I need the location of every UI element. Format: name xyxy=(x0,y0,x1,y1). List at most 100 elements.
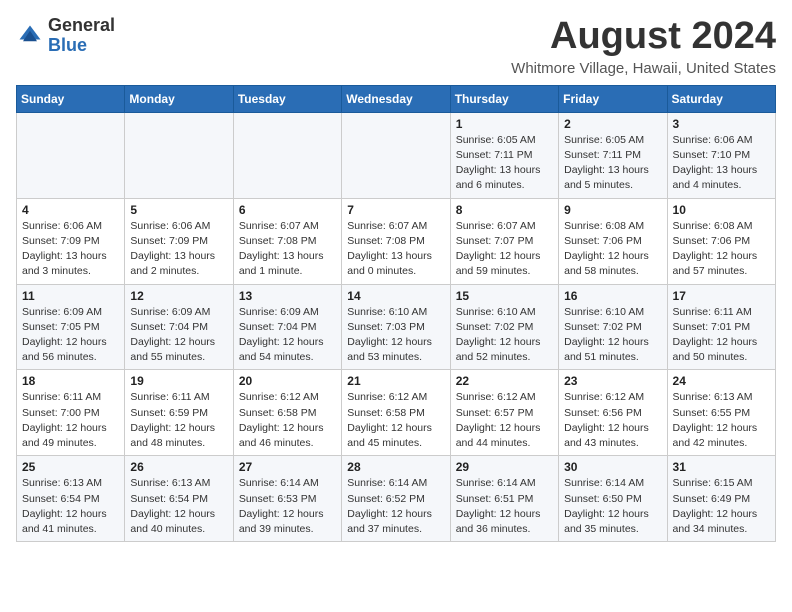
logo: General Blue xyxy=(16,16,115,56)
day-info: Sunrise: 6:13 AMSunset: 6:55 PMDaylight:… xyxy=(673,390,770,451)
day-info: Sunrise: 6:14 AMSunset: 6:51 PMDaylight:… xyxy=(456,476,553,537)
day-number: 25 xyxy=(22,460,119,474)
calendar-cell: 3Sunrise: 6:06 AMSunset: 7:10 PMDaylight… xyxy=(667,112,775,198)
day-number: 15 xyxy=(456,289,553,303)
day-number: 31 xyxy=(673,460,770,474)
day-info: Sunrise: 6:11 AMSunset: 7:01 PMDaylight:… xyxy=(673,305,770,366)
day-info: Sunrise: 6:14 AMSunset: 6:52 PMDaylight:… xyxy=(347,476,444,537)
day-info: Sunrise: 6:11 AMSunset: 7:00 PMDaylight:… xyxy=(22,390,119,451)
calendar-cell: 27 Sunrise: 6:14 AMSunset: 6:53 PMDayligh… xyxy=(233,456,341,542)
calendar-cell: 8 Sunrise: 6:07 AMSunset: 7:07 PMDaylight… xyxy=(450,198,558,284)
calendar-cell: 28 Sunrise: 6:14 AMSunset: 6:52 PMDayligh… xyxy=(342,456,450,542)
day-number: 1 xyxy=(456,117,553,131)
calendar-cell: 23Sunrise: 6:12 AMSunset: 6:56 PMDayligh… xyxy=(559,370,667,456)
day-info: Sunrise: 6:06 AMSunset: 7:09 PMDaylight:… xyxy=(130,219,227,280)
day-info: Sunrise: 6:14 AMSunset: 6:50 PMDaylight:… xyxy=(564,476,661,537)
day-number: 4 xyxy=(22,203,119,217)
weekday-header: Tuesday xyxy=(233,85,341,112)
day-number: 7 xyxy=(347,203,444,217)
day-info: Sunrise: 6:06 AMSunset: 7:10 PMDaylight:… xyxy=(673,133,770,194)
calendar-cell: 31 Sunrise: 6:15 AMSunset: 6:49 PMDayligh… xyxy=(667,456,775,542)
day-info: Sunrise: 6:13 AMSunset: 6:54 PMDaylight:… xyxy=(130,476,227,537)
day-number: 14 xyxy=(347,289,444,303)
calendar-cell: 5 Sunrise: 6:06 AMSunset: 7:09 PMDaylight… xyxy=(125,198,233,284)
day-info: Sunrise: 6:09 AMSunset: 7:05 PMDaylight:… xyxy=(22,305,119,366)
day-number: 27 xyxy=(239,460,336,474)
day-info: Sunrise: 6:09 AMSunset: 7:04 PMDaylight:… xyxy=(130,305,227,366)
title-block: August 2024 Whitmore Village, Hawaii, Un… xyxy=(511,16,776,77)
day-number: 8 xyxy=(456,203,553,217)
calendar-cell xyxy=(125,112,233,198)
day-number: 2 xyxy=(564,117,661,131)
day-info: Sunrise: 6:06 AMSunset: 7:09 PMDaylight:… xyxy=(22,219,119,280)
day-info: Sunrise: 6:12 AMSunset: 6:56 PMDaylight:… xyxy=(564,390,661,451)
weekday-header: Wednesday xyxy=(342,85,450,112)
day-number: 18 xyxy=(22,374,119,388)
calendar-week-row: 4 Sunrise: 6:06 AMSunset: 7:09 PMDaylight… xyxy=(17,198,776,284)
weekday-header: Sunday xyxy=(17,85,125,112)
calendar-cell: 19 Sunrise: 6:11 AMSunset: 6:59 PMDayligh… xyxy=(125,370,233,456)
day-number: 20 xyxy=(239,374,336,388)
day-info: Sunrise: 6:08 AMSunset: 7:06 PMDaylight:… xyxy=(564,219,661,280)
day-number: 10 xyxy=(673,203,770,217)
day-info: Sunrise: 6:15 AMSunset: 6:49 PMDaylight:… xyxy=(673,476,770,537)
day-info: Sunrise: 6:13 AMSunset: 6:54 PMDaylight:… xyxy=(22,476,119,537)
day-number: 29 xyxy=(456,460,553,474)
weekday-header: Friday xyxy=(559,85,667,112)
day-info: Sunrise: 6:05 AMSunset: 7:11 PMDaylight:… xyxy=(564,133,661,194)
calendar-week-row: 25 Sunrise: 6:13 AMSunset: 6:54 PMDayligh… xyxy=(17,456,776,542)
calendar-cell xyxy=(342,112,450,198)
day-info: Sunrise: 6:05 AMSunset: 7:11 PMDaylight:… xyxy=(456,133,553,194)
day-info: Sunrise: 6:11 AMSunset: 6:59 PMDaylight:… xyxy=(130,390,227,451)
day-number: 19 xyxy=(130,374,227,388)
calendar-cell: 10Sunrise: 6:08 AMSunset: 7:06 PMDayligh… xyxy=(667,198,775,284)
calendar-cell: 11 Sunrise: 6:09 AMSunset: 7:05 PMDayligh… xyxy=(17,284,125,370)
day-number: 28 xyxy=(347,460,444,474)
weekday-header: Saturday xyxy=(667,85,775,112)
day-number: 13 xyxy=(239,289,336,303)
calendar-cell: 17 Sunrise: 6:11 AMSunset: 7:01 PMDayligh… xyxy=(667,284,775,370)
calendar-cell: 7 Sunrise: 6:07 AMSunset: 7:08 PMDaylight… xyxy=(342,198,450,284)
day-info: Sunrise: 6:12 AMSunset: 6:57 PMDaylight:… xyxy=(456,390,553,451)
calendar-cell: 16Sunrise: 6:10 AMSunset: 7:02 PMDayligh… xyxy=(559,284,667,370)
calendar-cell: 4 Sunrise: 6:06 AMSunset: 7:09 PMDaylight… xyxy=(17,198,125,284)
day-number: 11 xyxy=(22,289,119,303)
calendar-cell: 2 Sunrise: 6:05 AMSunset: 7:11 PMDaylight… xyxy=(559,112,667,198)
location: Whitmore Village, Hawaii, United States xyxy=(511,60,776,77)
day-number: 17 xyxy=(673,289,770,303)
day-info: Sunrise: 6:14 AMSunset: 6:53 PMDaylight:… xyxy=(239,476,336,537)
calendar-week-row: 1 Sunrise: 6:05 AMSunset: 7:11 PMDaylight… xyxy=(17,112,776,198)
calendar-cell: 29 Sunrise: 6:14 AMSunset: 6:51 PMDayligh… xyxy=(450,456,558,542)
calendar-cell: 21 Sunrise: 6:12 AMSunset: 6:58 PMDayligh… xyxy=(342,370,450,456)
day-number: 16 xyxy=(564,289,661,303)
calendar-cell: 26Sunrise: 6:13 AMSunset: 6:54 PMDayligh… xyxy=(125,456,233,542)
calendar-cell: 22 Sunrise: 6:12 AMSunset: 6:57 PMDayligh… xyxy=(450,370,558,456)
page-header: General Blue August 2024 Whitmore Villag… xyxy=(16,16,776,77)
day-info: Sunrise: 6:10 AMSunset: 7:02 PMDaylight:… xyxy=(456,305,553,366)
month-title: August 2024 xyxy=(511,16,776,58)
calendar-week-row: 18 Sunrise: 6:11 AMSunset: 7:00 PMDayligh… xyxy=(17,370,776,456)
calendar-cell: 9 Sunrise: 6:08 AMSunset: 7:06 PMDaylight… xyxy=(559,198,667,284)
day-number: 9 xyxy=(564,203,661,217)
logo-text: General Blue xyxy=(48,16,115,56)
day-number: 24 xyxy=(673,374,770,388)
day-info: Sunrise: 6:10 AMSunset: 7:03 PMDaylight:… xyxy=(347,305,444,366)
day-number: 22 xyxy=(456,374,553,388)
calendar-week-row: 11 Sunrise: 6:09 AMSunset: 7:05 PMDayligh… xyxy=(17,284,776,370)
calendar-cell: 6Sunrise: 6:07 AMSunset: 7:08 PMDaylight… xyxy=(233,198,341,284)
day-info: Sunrise: 6:07 AMSunset: 7:08 PMDaylight:… xyxy=(239,219,336,280)
day-number: 21 xyxy=(347,374,444,388)
calendar-cell: 18 Sunrise: 6:11 AMSunset: 7:00 PMDayligh… xyxy=(17,370,125,456)
calendar-cell: 13Sunrise: 6:09 AMSunset: 7:04 PMDayligh… xyxy=(233,284,341,370)
day-info: Sunrise: 6:12 AMSunset: 6:58 PMDaylight:… xyxy=(347,390,444,451)
weekday-header-row: SundayMondayTuesdayWednesdayThursdayFrid… xyxy=(17,85,776,112)
day-number: 5 xyxy=(130,203,227,217)
day-info: Sunrise: 6:07 AMSunset: 7:07 PMDaylight:… xyxy=(456,219,553,280)
day-info: Sunrise: 6:07 AMSunset: 7:08 PMDaylight:… xyxy=(347,219,444,280)
calendar-cell: 12Sunrise: 6:09 AMSunset: 7:04 PMDayligh… xyxy=(125,284,233,370)
calendar-cell: 1 Sunrise: 6:05 AMSunset: 7:11 PMDaylight… xyxy=(450,112,558,198)
calendar-table: SundayMondayTuesdayWednesdayThursdayFrid… xyxy=(16,85,776,542)
logo-icon xyxy=(16,22,44,50)
calendar-cell xyxy=(17,112,125,198)
weekday-header: Thursday xyxy=(450,85,558,112)
